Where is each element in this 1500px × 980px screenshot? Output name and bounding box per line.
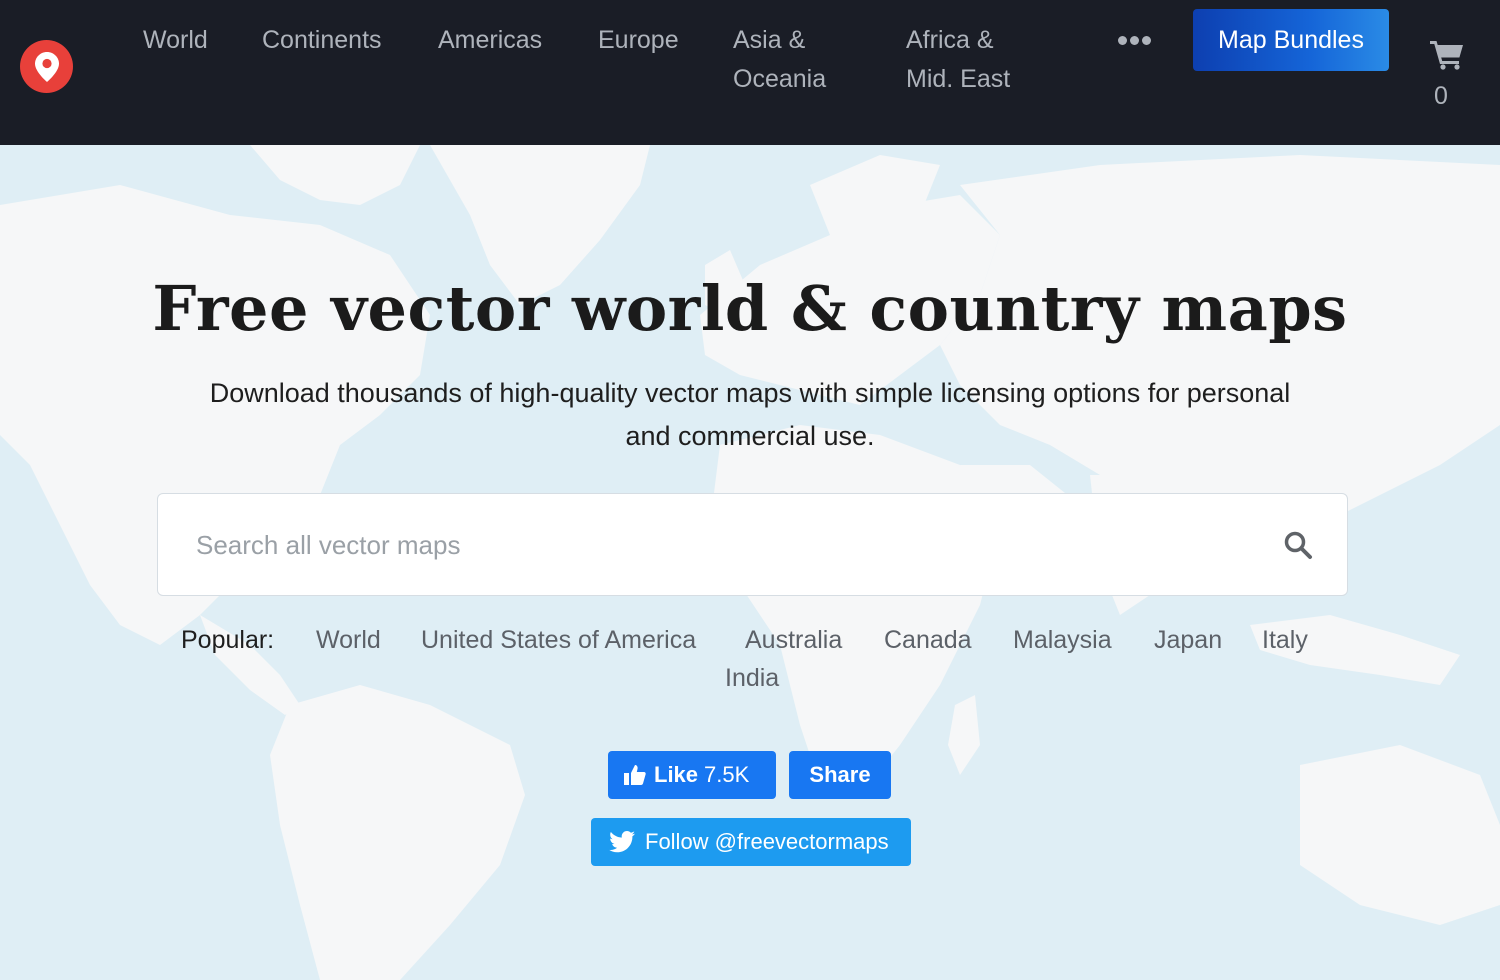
popular-link-australia[interactable]: Australia xyxy=(745,626,842,655)
popular-link-world[interactable]: World xyxy=(316,626,381,655)
nav-asia-oceania-line2[interactable]: Oceania xyxy=(733,60,826,99)
popular-label: Popular: xyxy=(181,626,275,654)
search-box xyxy=(157,493,1348,596)
map-pin-icon xyxy=(34,51,59,82)
popular-link-italy[interactable]: Italy xyxy=(1262,626,1308,655)
top-navbar: World Continents Americas Europe Asia & … xyxy=(0,0,1500,145)
popular-link-india[interactable]: India xyxy=(725,664,779,693)
search-input[interactable] xyxy=(196,524,1246,566)
cart-count: 0 xyxy=(1434,82,1448,110)
popular-link-canada[interactable]: Canada xyxy=(884,626,972,655)
twitter-follow-button[interactable]: Follow @freevectormaps xyxy=(591,818,911,866)
nav-asia-oceania-line1[interactable]: Asia & xyxy=(733,21,805,60)
facebook-share-button[interactable]: Share xyxy=(789,751,891,799)
follow-label: Follow @freevectormaps xyxy=(645,829,889,854)
like-count: 7.5K xyxy=(704,762,750,787)
nav-africa-mideast-line2[interactable]: Mid. East xyxy=(906,60,1010,99)
nav-world[interactable]: World xyxy=(143,21,208,60)
subtitle-line-2: and commercial use. xyxy=(625,421,875,451)
nav-continents[interactable]: Continents xyxy=(262,21,382,60)
nav-americas[interactable]: Americas xyxy=(438,21,542,60)
popular-link-malaysia[interactable]: Malaysia xyxy=(1013,626,1112,655)
subtitle-line-1: Download thousands of high-quality vecto… xyxy=(209,378,1291,408)
popular-link-japan[interactable]: Japan xyxy=(1154,626,1222,655)
like-label: Like xyxy=(654,762,699,787)
map-bundles-button[interactable]: Map Bundles xyxy=(1193,9,1389,71)
cart-button[interactable]: 0 xyxy=(1428,40,1468,120)
cart-icon xyxy=(1430,41,1463,70)
nav-africa-mideast-line1[interactable]: Africa & xyxy=(906,21,994,60)
site-logo[interactable] xyxy=(20,40,73,93)
search-icon[interactable] xyxy=(1283,530,1313,560)
thumbs-up-icon xyxy=(624,765,646,785)
page-subtitle: Download thousands of high-quality vecto… xyxy=(150,372,1350,458)
nav-europe[interactable]: Europe xyxy=(598,21,679,60)
twitter-bird-icon xyxy=(609,831,635,853)
more-dots-icon[interactable] xyxy=(1116,24,1152,56)
page-title: Free vector world & country maps xyxy=(152,272,1348,345)
popular-link-usa[interactable]: United States of America xyxy=(421,626,696,655)
hero-section: Free vector world & country maps Downloa… xyxy=(0,145,1500,980)
facebook-like-button[interactable]: Like 7.5K xyxy=(608,751,776,799)
